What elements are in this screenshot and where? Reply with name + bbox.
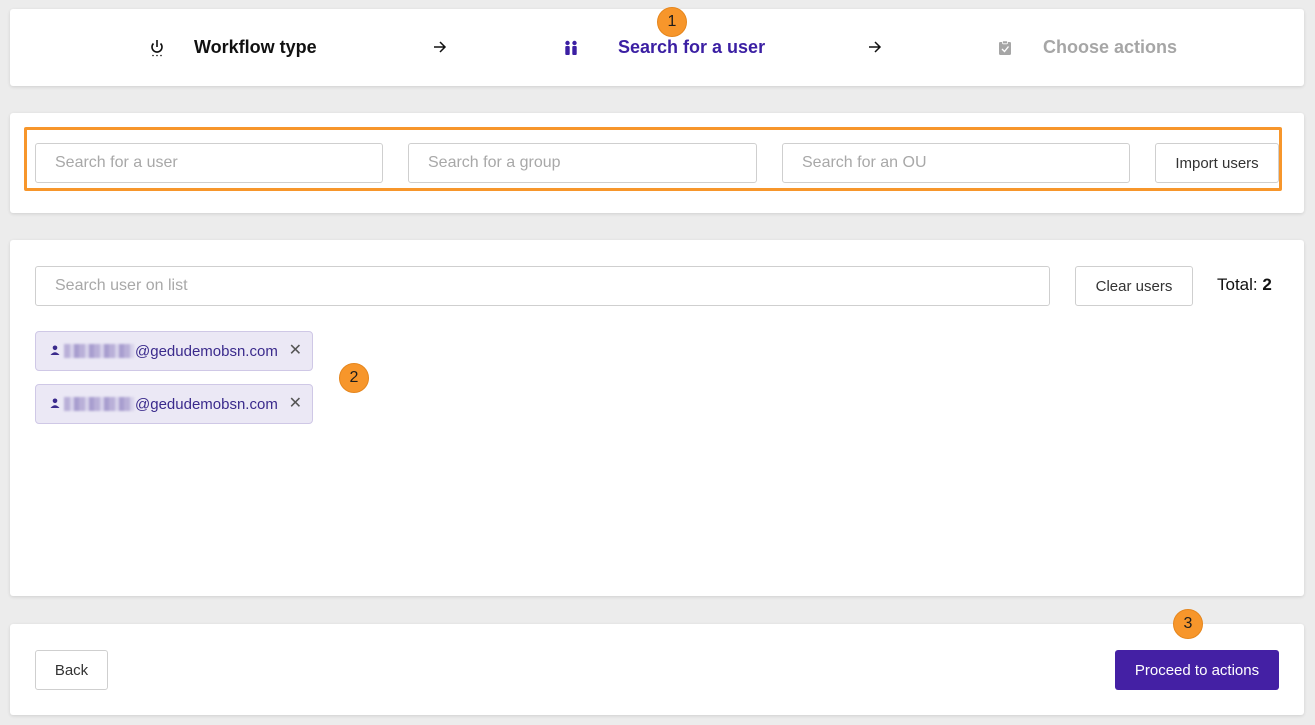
- step-label-choose-actions: Choose actions: [1043, 37, 1178, 57]
- search-ou-input[interactable]: [782, 143, 1130, 183]
- user-chip: @gedudemobsn.com ✕: [35, 384, 313, 424]
- callout-badge-3: 3: [1173, 609, 1203, 639]
- user-list-panel: Clear users Total: 2 @gedudemobsn.com ✕ …: [10, 240, 1304, 596]
- clear-users-button[interactable]: Clear users: [1075, 266, 1193, 306]
- step-label-workflow-type: Workflow type: [194, 37, 317, 57]
- step-workflow-type[interactable]: Workflow type: [148, 9, 317, 86]
- redacted-username: [64, 344, 134, 358]
- user-icon: [50, 342, 60, 360]
- step-choose-actions[interactable]: Choose actions: [996, 9, 1177, 86]
- user-email-domain: @gedudemobsn.com: [135, 395, 278, 413]
- back-button[interactable]: Back: [35, 650, 108, 690]
- search-group-input[interactable]: [408, 143, 757, 183]
- users-icon: [562, 39, 580, 57]
- proceed-to-actions-button[interactable]: Proceed to actions: [1115, 650, 1279, 690]
- user-email-domain: @gedudemobsn.com: [135, 342, 278, 360]
- remove-user-icon[interactable]: ✕: [289, 341, 302, 361]
- clipboard-icon: [996, 39, 1014, 57]
- user-email: @gedudemobsn.com: [64, 396, 278, 413]
- total-count: Total: 2: [1217, 275, 1272, 295]
- total-value: 2: [1262, 275, 1272, 294]
- remove-user-icon[interactable]: ✕: [289, 394, 302, 414]
- callout-badge-1: 1: [657, 7, 687, 37]
- total-label: Total:: [1217, 275, 1258, 294]
- footer-panel: Back Proceed to actions: [10, 624, 1304, 715]
- user-chip: @gedudemobsn.com ✕: [35, 331, 313, 371]
- user-email: @gedudemobsn.com: [64, 343, 278, 360]
- arrow-right-icon: [869, 41, 882, 53]
- user-icon: [50, 395, 60, 413]
- search-panel: Import users: [10, 113, 1304, 213]
- power-icon: [148, 39, 166, 57]
- import-users-button[interactable]: Import users: [1155, 143, 1279, 183]
- arrow-right-icon: [434, 41, 447, 53]
- callout-badge-2: 2: [339, 363, 369, 393]
- redacted-username: [64, 397, 134, 411]
- filter-user-list-input[interactable]: [35, 266, 1050, 306]
- step-label-search-user: Search for a user: [618, 37, 766, 57]
- search-user-input[interactable]: [35, 143, 383, 183]
